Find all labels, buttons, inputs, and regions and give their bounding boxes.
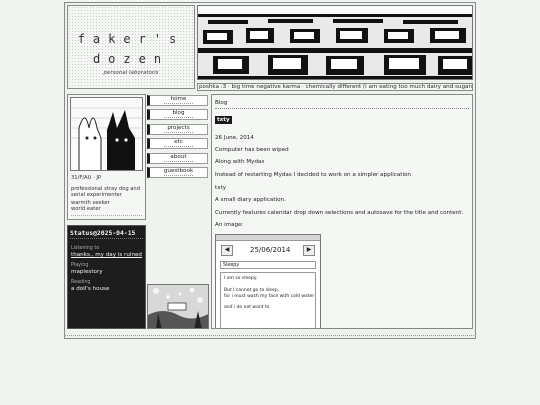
profile-divider	[71, 215, 142, 216]
profile-trait-2: world eater	[71, 206, 101, 212]
app-content-area: I am so sleepy. But i cannot go to sleep…	[220, 272, 316, 328]
post-paragraph: Along with Mydas	[215, 159, 265, 165]
reading-label: Reading	[71, 280, 91, 285]
logo-title-line1: faker's	[77, 32, 185, 46]
status-title: Status@2025-04-15	[70, 229, 136, 237]
post-paragraph: A small diary application.	[215, 197, 286, 203]
nav-etc[interactable]: etc	[147, 138, 208, 150]
app-content-line: But i cannot go to sleep,	[224, 288, 280, 293]
post-paragraph: Computer has been wiped	[215, 147, 289, 153]
nav-home[interactable]: home	[147, 95, 208, 106]
status-panel: Status@2025-04-15 Listening to thanks., …	[67, 225, 146, 329]
header-banner-image	[197, 5, 473, 80]
logo-title-line2: dozen	[92, 52, 170, 66]
main-content: Blog txty 26 June, 2014 Computer has bee…	[211, 94, 473, 329]
app-content-line: and i do not want to	[224, 305, 270, 310]
app-date: 25/06/2014	[250, 246, 291, 254]
profile-bio-line2: serial experimenter	[71, 192, 122, 198]
post-paragraph: Currently features calendar drop down se…	[215, 210, 464, 216]
nav-about[interactable]: about	[147, 152, 208, 164]
breadcrumb[interactable]: Blog	[215, 100, 227, 106]
nav-blog[interactable]: blog	[147, 109, 208, 121]
profile-handle: 31/F/AU · JP	[71, 175, 102, 181]
post-paragraph: Instead of restarting Mydas I decided to…	[215, 172, 411, 178]
app-content-line: for i must wash my face with cold water	[224, 294, 315, 299]
app-titlebar	[216, 235, 320, 241]
reading-value: a doll's house	[71, 286, 110, 292]
playing-value: maplestory	[71, 269, 103, 275]
post-date: 26 June, 2014	[215, 135, 254, 141]
profile-card: 31/F/AU · JP professional stray dog and …	[67, 94, 146, 220]
main-nav: home blog projects etc about guestbook	[147, 95, 208, 181]
status-ticker: poshka :3 · big time negative karma · ch…	[197, 83, 473, 91]
status-divider	[70, 238, 143, 239]
profile-avatar-image	[70, 97, 143, 171]
playing-label: Playing	[71, 263, 89, 268]
decorative-illustration	[147, 284, 209, 329]
breadcrumb-divider	[215, 108, 469, 109]
app-screenshot: ◀ 25/06/2014 ▶ Sleepy I am so sleepy. Bu…	[215, 234, 321, 328]
post-paragraph: An image:	[215, 222, 244, 228]
app-title-field: Sleepy	[220, 261, 316, 269]
site-tagline: personal laboratoris	[103, 70, 159, 76]
app-content-line: I am so sleepy.	[224, 276, 258, 281]
nav-projects[interactable]: projects	[147, 123, 208, 135]
prev-arrow-icon: ◀	[221, 245, 233, 256]
listening-link[interactable]: thanks., my day is ruined	[71, 252, 142, 258]
site-logo[interactable]: faker's dozen personal laboratoris	[67, 5, 195, 89]
nav-guestbook[interactable]: guestbook	[147, 166, 208, 178]
footer-divider	[64, 335, 476, 336]
post-tag[interactable]: txty	[215, 116, 232, 124]
next-arrow-icon: ▶	[303, 245, 315, 256]
post-paragraph: txty	[215, 185, 227, 191]
listening-label: Listening to	[71, 246, 100, 251]
